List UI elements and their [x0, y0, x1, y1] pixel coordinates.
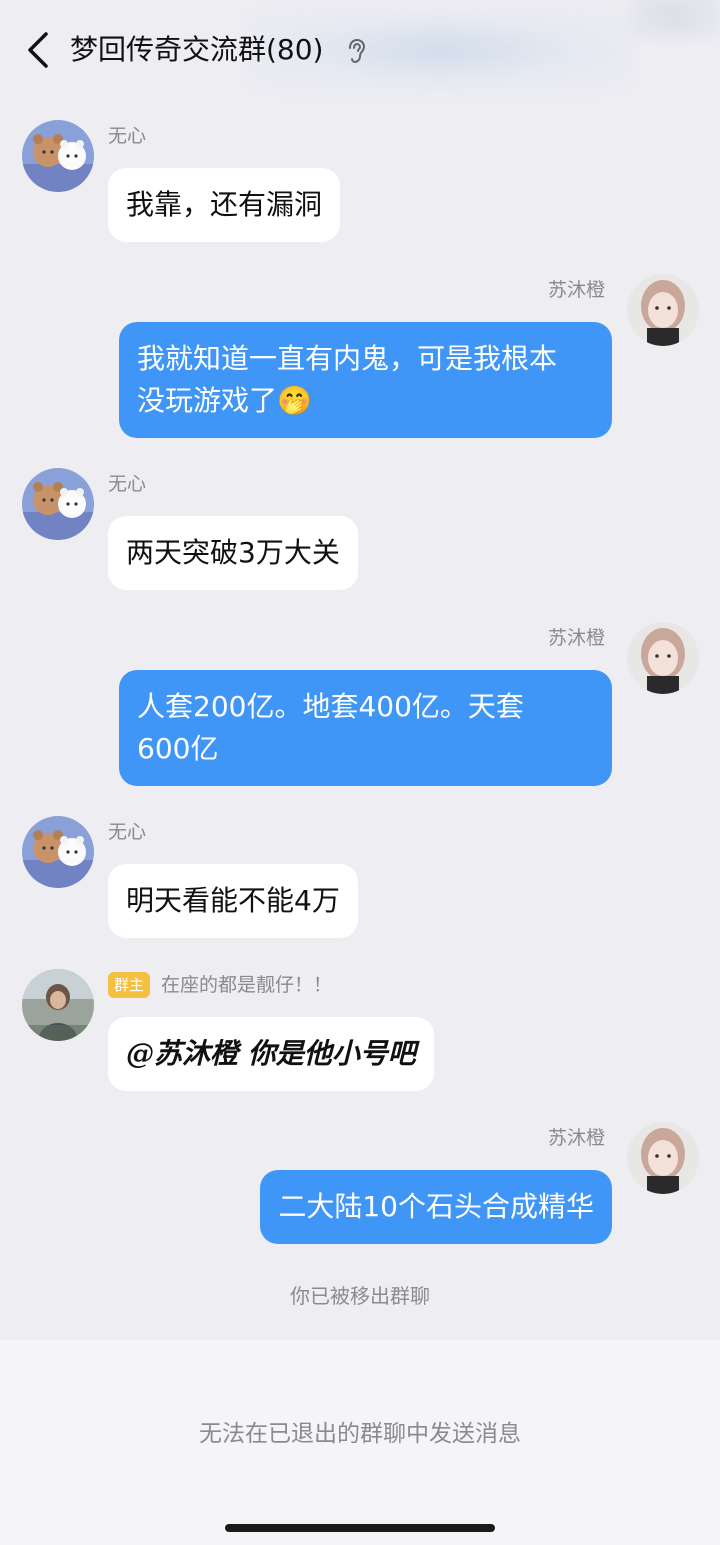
message-bubble[interactable]: 我靠，还有漏洞	[108, 168, 341, 242]
message-line: 没玩游戏了🤭	[137, 384, 312, 417]
avatar-self[interactable]	[627, 274, 699, 346]
sender-name: 在座的都是靓仔！！	[161, 974, 333, 996]
message-bubble[interactable]: 二大陆10个石头合成精华	[260, 1170, 612, 1244]
avatar-self[interactable]	[627, 622, 699, 694]
message-line: 我就知道一直有内鬼，可是我根本	[137, 342, 558, 375]
home-indicator[interactable]	[225, 1524, 495, 1532]
message-bubble[interactable]: 我就知道一直有内鬼，可是我根本 没玩游戏了🤭	[119, 322, 612, 438]
disabled-input-notice: 无法在已退出的群聊中发送消息	[199, 1421, 521, 1447]
message-bubble[interactable]: @苏沐橙 你是他小号吧	[108, 1017, 434, 1091]
top-bar: 梦回传奇交流群(80)	[0, 0, 720, 105]
message-bubble[interactable]: 明天看能不能4万	[108, 864, 358, 938]
avatar-wuxin[interactable]	[22, 468, 94, 540]
avatar-group-owner[interactable]	[22, 969, 94, 1041]
sender-name: 苏沐橙	[547, 1127, 605, 1149]
sender-name: 无心	[108, 125, 147, 147]
sender-name: 苏沐橙	[547, 279, 605, 301]
system-note: 你已被移出群聊	[290, 1284, 430, 1308]
back-button[interactable]	[22, 30, 56, 70]
message-bubble[interactable]: 人套200亿。地套400亿。天套 600亿	[119, 670, 612, 786]
message-bubble[interactable]: 两天突破3万大关	[108, 516, 358, 590]
header-blur-decoration-2	[630, 0, 720, 40]
avatar-wuxin[interactable]	[22, 816, 94, 888]
message-line: 人套200亿。地套400亿。天套	[137, 690, 524, 723]
message-line: 600亿	[137, 732, 219, 765]
avatar-self[interactable]	[627, 1122, 699, 1194]
group-owner-badge: 群主	[108, 972, 151, 998]
sender-name: 无心	[108, 821, 147, 843]
sender-name: 无心	[108, 473, 147, 495]
sender-name: 苏沐橙	[547, 627, 605, 649]
ear-icon[interactable]	[346, 38, 368, 64]
avatar-wuxin[interactable]	[22, 120, 94, 192]
chevron-left-icon	[28, 32, 48, 68]
chat-title[interactable]: 梦回传奇交流群(80)	[70, 30, 323, 70]
